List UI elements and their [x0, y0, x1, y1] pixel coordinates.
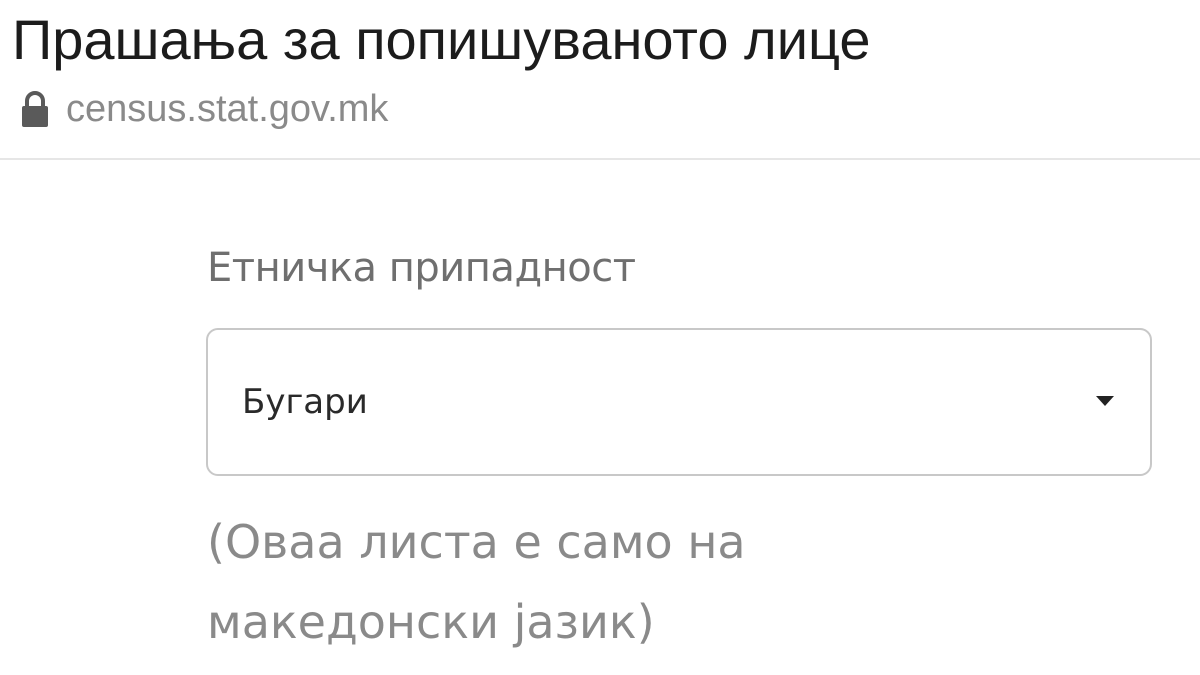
ethnicity-select[interactable]: Бугари — [206, 328, 1152, 476]
page-title: Прашања за попишуваното лице — [12, 8, 871, 71]
page-header: Прашања за попишуваното лице census.stat… — [0, 0, 1200, 160]
page: Прашања за попишуваното лице census.stat… — [0, 0, 1200, 675]
caret-down-icon — [1096, 396, 1114, 406]
language-hint: (Оваа листа е само на македонски јазик) — [207, 515, 746, 649]
site-url: census.stat.gov.mk — [66, 88, 389, 130]
lock-icon — [22, 91, 48, 127]
ethnicity-select-value: Бугари — [242, 382, 368, 422]
url-bar: census.stat.gov.mk — [20, 84, 388, 134]
ethnicity-field-label: Етничка припадност — [207, 245, 636, 291]
